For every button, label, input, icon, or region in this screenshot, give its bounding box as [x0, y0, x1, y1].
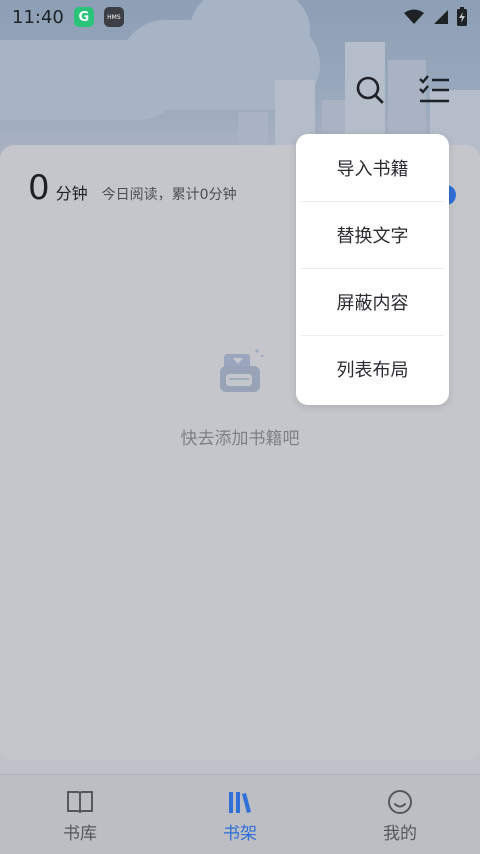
search-icon — [356, 76, 384, 104]
book-open-icon — [67, 791, 93, 814]
nav-item-bookshelf[interactable]: 书架 — [160, 775, 320, 854]
menu-item-replace-text[interactable]: 替换文字 — [296, 201, 449, 268]
reading-minutes: 0 — [28, 168, 50, 208]
nav-label-library: 书库 — [63, 824, 97, 844]
menu-item-list-layout[interactable]: 列表布局 — [296, 335, 449, 402]
bookshelf-icon — [229, 792, 251, 813]
list-menu-icon — [419, 75, 449, 103]
nav-label-mine: 我的 — [383, 824, 417, 844]
nav-item-library[interactable]: 书库 — [0, 775, 160, 854]
status-bar: 11:40 G HMS — [0, 0, 480, 34]
signal-icon — [434, 10, 448, 24]
popup-menu: 导入书籍 替换文字 屏蔽内容 列表布局 — [296, 134, 449, 405]
smiley-icon — [388, 790, 412, 814]
app-notification-icon: G — [73, 7, 94, 27]
hms-notification-icon: HMS — [103, 7, 124, 27]
search-button[interactable] — [352, 72, 388, 108]
reading-unit: 分钟 — [55, 184, 88, 203]
menu-item-block-content[interactable]: 屏蔽内容 — [296, 268, 449, 335]
nav-label-bookshelf: 书架 — [223, 824, 257, 844]
status-time: 11:40 — [12, 6, 64, 28]
reading-stats: 0 分钟 今日阅读，累计0分钟 — [28, 168, 237, 208]
reading-summary: 今日阅读，累计0分钟 — [101, 187, 237, 203]
empty-state-text: 快去添加书籍吧 — [180, 429, 300, 449]
bottom-nav: 书库 书架 我的 — [0, 774, 480, 854]
list-menu-button[interactable] — [416, 72, 452, 108]
wifi-icon — [404, 9, 424, 24]
book-bin-icon — [220, 349, 264, 392]
battery-icon — [457, 7, 467, 26]
nav-item-mine[interactable]: 我的 — [320, 775, 480, 854]
menu-item-import-books[interactable]: 导入书籍 — [296, 134, 449, 201]
